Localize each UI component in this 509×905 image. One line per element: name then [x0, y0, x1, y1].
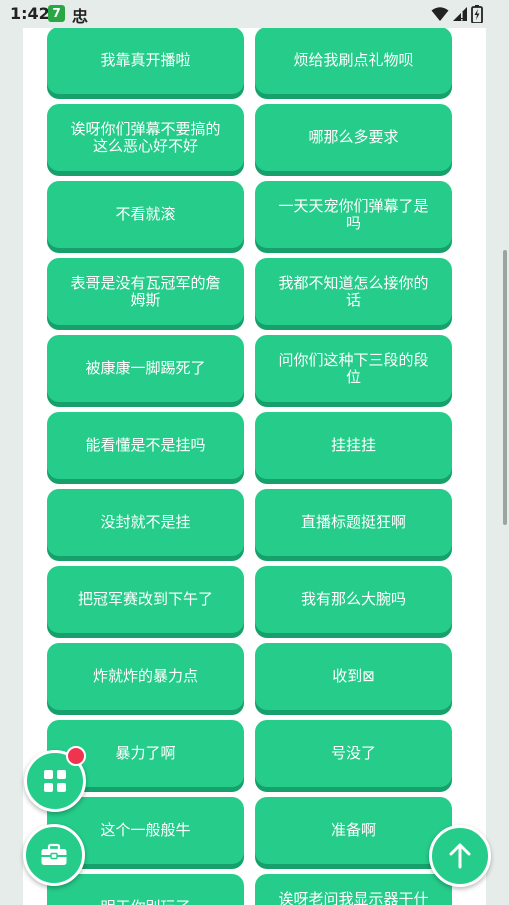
toolbox-button[interactable]	[23, 824, 85, 886]
arrow-up-icon	[449, 843, 471, 869]
phrase-button[interactable]: 诶呀老问我显示器干什么	[255, 874, 452, 905]
notification-badge-icon: 7	[48, 5, 65, 22]
phrase-button[interactable]: 炸就炸的暴力点	[47, 643, 244, 710]
phrase-button[interactable]: 问你们这种下三段的段位	[255, 335, 452, 402]
phrase-button[interactable]: 我都不知道怎么接你的话	[255, 258, 452, 325]
phrase-button[interactable]: 准备啊	[255, 797, 452, 864]
phrase-button[interactable]: 挂挂挂	[255, 412, 452, 479]
phrase-button[interactable]: 哪那么多要求	[255, 104, 452, 171]
scroll-to-top-button[interactable]	[429, 825, 491, 887]
phrase-button[interactable]: 能看懂是不是挂吗	[47, 412, 244, 479]
status-icons	[428, 5, 483, 23]
phrase-button[interactable]: 号没了	[255, 720, 452, 787]
phrase-button[interactable]: 烦给我刷点礼物呗	[255, 28, 452, 94]
battery-icon	[471, 5, 483, 23]
phrase-button[interactable]: 明天你别玩了	[47, 874, 244, 905]
phrase-button[interactable]: 诶呀你们弹幕不要搞的这么恶心好不好	[47, 104, 244, 171]
phrase-button[interactable]: 不看就滚	[47, 181, 244, 248]
phrase-list-panel: 我靠真开播啦 烦给我刷点礼物呗 诶呀你们弹幕不要搞的这么恶心好不好 哪那么多要求 不看就…	[23, 28, 486, 905]
phrase-button[interactable]: 一天天宠你们弹幕了是吗	[255, 181, 452, 248]
signal-icon	[453, 7, 467, 21]
phrase-button[interactable]: 被康康一脚踢死了	[47, 335, 244, 402]
scrollbar-thumb[interactable]	[503, 250, 507, 525]
phrase-button[interactable]: 我靠真开播啦	[47, 28, 244, 94]
app-screen: 1:42 7 忠 我靠真开播啦 烦给我刷点礼物呗 诶呀你们弹幕不要搞的这么恶心好不好…	[0, 0, 509, 905]
phrase-button[interactable]: 我有那么大腕吗	[255, 566, 452, 633]
grid-icon	[44, 770, 66, 792]
app-notification-icon: 忠	[72, 7, 89, 26]
phrase-button[interactable]: 表哥是没有瓦冠军的詹姆斯	[47, 258, 244, 325]
phrase-button[interactable]: 没封就不是挂	[47, 489, 244, 556]
phrase-button[interactable]: 收到⊠	[255, 643, 452, 710]
notification-dot	[66, 746, 86, 766]
wifi-icon	[431, 7, 449, 21]
status-time: 1:42	[10, 4, 50, 23]
phrase-button[interactable]: 把冠军赛改到下午了	[47, 566, 244, 633]
phrase-button[interactable]: 直播标题挺狂啊	[255, 489, 452, 556]
toolbox-icon	[41, 843, 67, 865]
status-bar: 1:42 7 忠	[0, 0, 509, 28]
